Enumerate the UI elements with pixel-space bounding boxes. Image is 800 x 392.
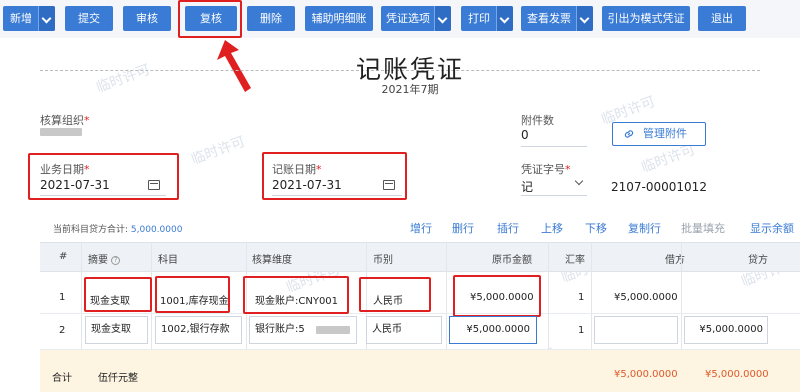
row-summary-input[interactable]: 现金支取 <box>85 316 148 344</box>
row-dimension-text: 银行账户:5 <box>255 324 305 335</box>
table-header: # 摘要 ? 科目 核算维度 币别 原币金额 汇率 借方 贷方 <box>40 242 800 272</box>
currency-highlight-box <box>359 277 431 312</box>
row-debit-input[interactable] <box>594 316 678 344</box>
add-row-link[interactable]: 增行 <box>410 220 432 236</box>
credit-subtotal-label: 当前科目贷方合计: <box>53 225 129 235</box>
dimension-highlight-box <box>243 276 349 314</box>
watermark: 临时许可 <box>189 133 248 169</box>
total-row <box>40 350 800 392</box>
account-highlight-box <box>155 276 230 313</box>
row-rate[interactable]: 1 <box>578 325 584 336</box>
aux-detail-button[interactable]: 辅助明细账 <box>305 6 373 31</box>
recheck-highlight-box <box>178 0 242 38</box>
row-rate[interactable]: 1 <box>578 292 584 303</box>
dimension-masked <box>316 326 350 334</box>
chevron-down-icon[interactable] <box>574 176 584 186</box>
row-orig-amount-input[interactable]: ¥5,000.0000 <box>449 316 537 344</box>
export-template-button[interactable]: 引出为模式凭证 <box>602 6 690 31</box>
row-credit-input[interactable]: ¥5,000.0000 <box>684 316 768 344</box>
move-up-link[interactable]: 上移 <box>541 220 563 236</box>
total-label: 合计 <box>52 373 72 384</box>
orig-amount-highlight-box <box>453 275 541 317</box>
attachments-count[interactable]: 0 <box>521 128 529 142</box>
col-rate: 汇率 <box>565 255 585 266</box>
summary-highlight-box <box>84 277 152 312</box>
col-orig-amount: 原币金额 <box>492 255 532 266</box>
voucher-options-button[interactable]: 凭证选项 <box>381 6 451 31</box>
print-label: 打印 <box>468 12 490 25</box>
manage-attachments-label: 管理附件 <box>643 127 687 140</box>
print-chevron-icon[interactable] <box>496 6 513 31</box>
submit-button[interactable]: 提交 <box>65 6 113 31</box>
org-label: 核算组织* <box>40 112 90 128</box>
required-mark: * <box>84 114 90 127</box>
insert-row-link[interactable]: 插行 <box>497 220 519 236</box>
credit-subtotal: 当前科目贷方合计: 5,000.0000 <box>53 222 182 235</box>
required-mark: * <box>565 163 571 176</box>
attachments-underline <box>521 146 587 147</box>
row-debit[interactable]: ¥5,000.0000 <box>614 292 678 303</box>
voucher-number: 2107-00001012 <box>611 180 707 194</box>
red-arrow-icon <box>217 40 251 92</box>
col-index: # <box>59 251 68 262</box>
voucher-word-label: 凭证字号* <box>521 161 571 177</box>
new-dropdown-chevron-icon[interactable] <box>38 6 55 31</box>
row-dimension-input[interactable]: 银行账户:5 <box>249 316 357 344</box>
period-label: 2021年7期 <box>381 83 439 96</box>
credit-subtotal-value: 5,000.0000 <box>130 225 183 235</box>
col-dimension: 核算维度 <box>252 255 292 266</box>
voucher-options-label: 凭证选项 <box>386 12 430 25</box>
row-index: 1 <box>59 292 66 303</box>
org-value-masked[interactable] <box>40 128 82 136</box>
total-debit: ¥5,000.0000 <box>614 369 678 380</box>
move-down-link[interactable]: 下移 <box>585 220 607 236</box>
row-account-input[interactable]: 1002,银行存款 <box>155 316 242 344</box>
col-debit: 借方 <box>665 255 685 266</box>
show-balance-link[interactable]: 显示余额 <box>750 220 794 236</box>
row-index: 2 <box>59 325 66 336</box>
col-credit: 贷方 <box>748 255 768 266</box>
audit-button[interactable]: 审核 <box>123 6 171 31</box>
org-label-text: 核算组织 <box>40 114 84 127</box>
batch-fill-link[interactable]: 批量填充 <box>681 220 725 236</box>
col-summary: 摘要 ? <box>88 251 121 266</box>
delete-button[interactable]: 删除 <box>247 6 295 31</box>
col-summary-label: 摘要 <box>88 255 108 266</box>
manage-attachments-button[interactable]: 管理附件 <box>612 122 706 146</box>
voucher-word-select[interactable]: 记 <box>521 178 533 195</box>
view-invoice-chevron-icon[interactable] <box>576 6 593 31</box>
watermark: 临时许可 <box>94 61 153 97</box>
posting-date-highlight-box <box>262 152 407 200</box>
question-circle-icon[interactable]: ? <box>111 255 121 265</box>
voucher-word-label-text: 凭证字号 <box>521 163 565 176</box>
print-button[interactable]: 打印 <box>461 6 513 31</box>
view-invoice-button[interactable]: 查看发票 <box>521 6 593 31</box>
col-account: 科目 <box>158 255 178 266</box>
col-currency: 币别 <box>373 255 393 266</box>
new-button-label: 新增 <box>10 12 32 25</box>
delete-row-link[interactable]: 删行 <box>452 220 474 236</box>
row-currency-input[interactable]: 人民币 <box>366 316 442 344</box>
exit-button[interactable]: 退出 <box>698 6 746 31</box>
view-invoice-label: 查看发票 <box>527 12 571 25</box>
voucher-options-chevron-icon[interactable] <box>434 6 451 31</box>
total-in-words: 伍仟元整 <box>98 373 138 384</box>
copy-row-link[interactable]: 复制行 <box>628 220 661 236</box>
voucher-word-underline <box>521 195 587 196</box>
attachments-label: 附件数 <box>521 114 554 127</box>
total-credit: ¥5,000.0000 <box>705 369 769 380</box>
link-icon <box>624 130 634 138</box>
new-button[interactable]: 新增 <box>3 6 55 31</box>
toolbar: 新增 提交 审核 复核 删除 辅助明细账 凭证选项 打印 查看发票 引出为模式凭… <box>0 0 800 38</box>
business-date-highlight-box <box>28 153 179 200</box>
